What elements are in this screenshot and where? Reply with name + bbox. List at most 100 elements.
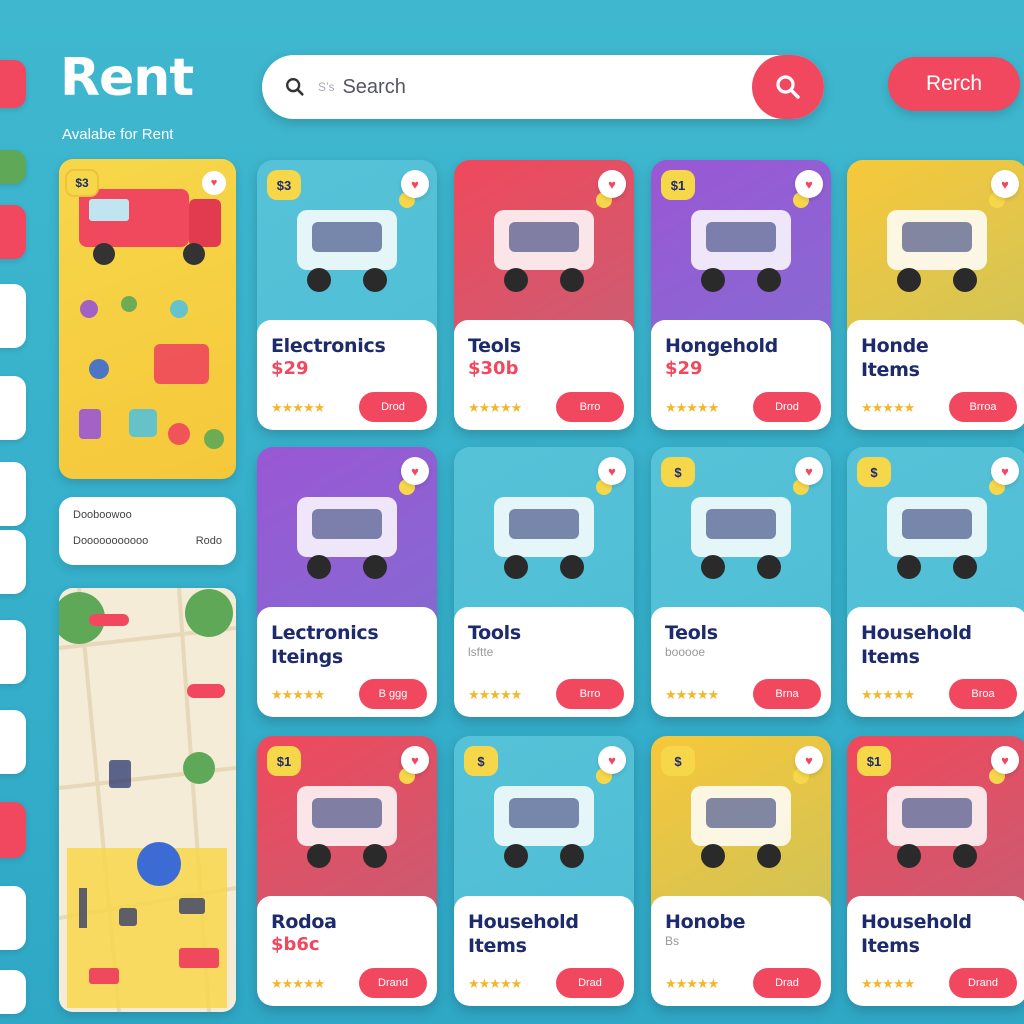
rail-item-plant-icon[interactable] xyxy=(0,150,26,184)
rent-button[interactable]: Drand xyxy=(359,968,427,998)
tagline: Avalabe for Rent xyxy=(62,126,174,143)
favorite-icon[interactable]: ♥ xyxy=(401,457,429,485)
rent-button[interactable]: Drad xyxy=(753,968,821,998)
rail-item-6[interactable] xyxy=(0,530,26,594)
rating-stars: ★★★★★ xyxy=(665,687,719,702)
banner-favorite-icon[interactable]: ♥ xyxy=(202,171,226,195)
product-card[interactable]: ♥ Honde Items ★★★★★ Brroa xyxy=(847,160,1024,430)
rating-stars: ★★★★★ xyxy=(271,687,325,702)
van-illustration xyxy=(79,189,224,449)
card-info: Household Items ★★★★★ Broa xyxy=(847,607,1024,717)
favorite-icon[interactable]: ♥ xyxy=(401,170,429,198)
favorite-icon[interactable]: ♥ xyxy=(598,746,626,774)
product-card[interactable]: $3 ♥ Electronics $29 ★★★★★ Drod xyxy=(257,160,437,430)
rent-button[interactable]: Brna xyxy=(753,679,821,709)
rating-stars: ★★★★★ xyxy=(665,400,719,415)
product-price: $29 xyxy=(665,358,703,379)
product-title: Tools xyxy=(468,622,521,644)
product-card[interactable]: $ ♥ Household Items ★★★★★ Broa xyxy=(847,447,1024,717)
favorite-icon[interactable]: ♥ xyxy=(991,746,1019,774)
filter-row[interactable]: Dooboowoo xyxy=(73,509,222,521)
rail-item-8[interactable] xyxy=(0,710,26,774)
filter-card[interactable]: Dooboowoo Dooooooooooo Rodo xyxy=(59,497,236,565)
product-title: Lectronics Iteings xyxy=(271,622,379,668)
card-info: Honde Items ★★★★★ Brroa xyxy=(847,320,1024,430)
price-tag-badge: $1 xyxy=(857,746,891,776)
rating-stars: ★★★★★ xyxy=(468,687,522,702)
card-info: Lectronics Iteings ★★★★★ B ggg xyxy=(257,607,437,717)
rating-stars: ★★★★★ xyxy=(468,976,522,991)
price-tag-badge: $ xyxy=(661,746,695,776)
product-card[interactable]: ♥ Tools lsftte ★★★★★ Brro xyxy=(454,447,634,717)
search-input[interactable] xyxy=(342,75,752,99)
rent-button[interactable]: Drand xyxy=(949,968,1017,998)
product-card[interactable]: $ ♥ Teols booooe ★★★★★ Brna xyxy=(651,447,831,717)
card-info: Rodoa $b6c ★★★★★ Drand xyxy=(257,896,437,1006)
product-title: Hongehold xyxy=(665,335,778,357)
rent-button[interactable]: Drad xyxy=(556,968,624,998)
favorite-icon[interactable]: ♥ xyxy=(991,170,1019,198)
favorite-icon[interactable]: ♥ xyxy=(991,457,1019,485)
card-info: Electronics $29 ★★★★★ Drod xyxy=(257,320,437,430)
rating-stars: ★★★★★ xyxy=(861,687,915,702)
favorite-icon[interactable]: ♥ xyxy=(795,746,823,774)
map-card[interactable] xyxy=(59,588,236,1012)
rent-button[interactable]: Brroa xyxy=(949,392,1017,422)
brand: Rent Avalabe for Rent xyxy=(60,48,194,143)
product-card[interactable]: $1 ♥ Rodoa $b6c ★★★★★ Drand xyxy=(257,736,437,1006)
rail-item-10[interactable] xyxy=(0,886,26,950)
favorite-icon[interactable]: ♥ xyxy=(401,746,429,774)
rent-button[interactable]: Brro xyxy=(556,392,624,422)
favorite-icon[interactable]: ♥ xyxy=(598,457,626,485)
rent-button[interactable]: B ggg xyxy=(359,679,427,709)
product-title: Teols xyxy=(468,335,521,357)
product-subtitle: lsftte xyxy=(468,645,494,659)
rail-item-favorites[interactable] xyxy=(0,205,26,259)
left-rail xyxy=(0,0,30,1024)
product-title: Household Items xyxy=(861,622,972,668)
rent-button[interactable]: Drod xyxy=(359,392,427,422)
rail-item-3[interactable] xyxy=(0,284,26,348)
favorite-icon[interactable]: ♥ xyxy=(598,170,626,198)
search-bar: S’s xyxy=(262,55,824,119)
search-submit-button[interactable]: Rerch xyxy=(888,57,1020,111)
rent-button[interactable]: Brro xyxy=(556,679,624,709)
rating-stars: ★★★★★ xyxy=(861,976,915,991)
rating-stars: ★★★★★ xyxy=(468,400,522,415)
rail-item-5[interactable] xyxy=(0,462,26,526)
favorite-icon[interactable]: ♥ xyxy=(795,170,823,198)
product-card[interactable]: $1 ♥ Household Items ★★★★★ Drand xyxy=(847,736,1024,1006)
card-info: Household Items ★★★★★ Drand xyxy=(847,896,1024,1006)
map-illustration xyxy=(59,588,236,1012)
price-tag-badge: $ xyxy=(857,457,891,487)
featured-banner[interactable]: $3 ♥ xyxy=(59,159,236,479)
card-info: Hongehold $29 ★★★★★ Drod xyxy=(651,320,831,430)
banner-price-badge: $3 xyxy=(65,169,99,197)
search-icon xyxy=(286,78,304,96)
card-info: Teols $30b ★★★★★ Brro xyxy=(454,320,634,430)
product-card[interactable]: ♥ Teols $30b ★★★★★ Brro xyxy=(454,160,634,430)
rent-button[interactable]: Broa xyxy=(949,679,1017,709)
filter-row[interactable]: Dooooooooooo Rodo xyxy=(73,535,222,547)
rail-item-home[interactable] xyxy=(0,60,26,108)
product-card[interactable]: $ ♥ Honobe Bs ★★★★★ Drad xyxy=(651,736,831,1006)
search-button[interactable] xyxy=(752,55,824,119)
rail-item-7[interactable] xyxy=(0,620,26,684)
price-tag-badge: $ xyxy=(661,457,695,487)
product-card[interactable]: $1 ♥ Hongehold $29 ★★★★★ Drod xyxy=(651,160,831,430)
product-card[interactable]: ♥ Lectronics Iteings ★★★★★ B ggg xyxy=(257,447,437,717)
rail-item-9[interactable] xyxy=(0,802,26,858)
filter-label: Dooooooooooo xyxy=(73,535,149,547)
price-tag-badge: $1 xyxy=(661,170,695,200)
favorite-icon[interactable]: ♥ xyxy=(795,457,823,485)
search-hint-glyph: S’s xyxy=(318,80,335,94)
filter-label: Dooboowoo xyxy=(73,509,132,521)
rail-item-4[interactable] xyxy=(0,376,26,440)
price-tag-badge: $1 xyxy=(267,746,301,776)
card-info: Teols booooe ★★★★★ Brna xyxy=(651,607,831,717)
rail-item-11[interactable] xyxy=(0,970,26,1014)
logo[interactable]: Rent xyxy=(60,48,194,108)
rent-button[interactable]: Drod xyxy=(753,392,821,422)
product-title: Teols xyxy=(665,622,718,644)
product-card[interactable]: $ ♥ Household Items ★★★★★ Drad xyxy=(454,736,634,1006)
